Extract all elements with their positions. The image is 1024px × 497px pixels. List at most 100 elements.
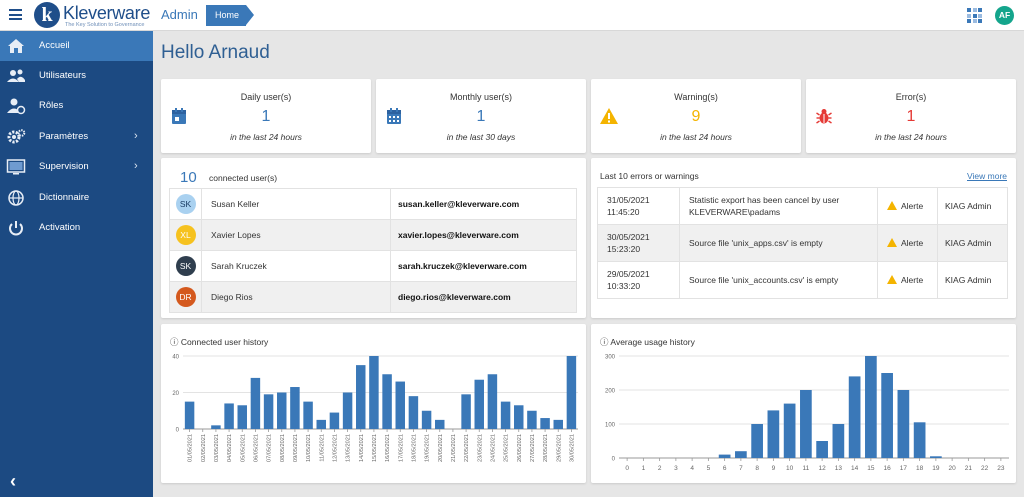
error-source: KIAG Admin [937,261,1008,299]
chart-bar [290,387,300,429]
user-avatar[interactable]: AF [995,6,1014,25]
usage-history-card: ⓘ Average usage history 0 100 200 300 0 1 2 3 4 5… [591,324,1016,483]
chart-bar [913,422,926,458]
menu-icon[interactable] [9,9,22,20]
top-bar: k Kleverware The Key Solution to Governa… [0,0,1024,31]
error-message: Statistic export has been cancel by user… [679,187,878,225]
x-tick-label: 20 [949,465,957,472]
stat-label: Warning(s) [674,92,718,102]
x-tick-label: 05/05/2021 [240,434,246,462]
x-tick-label: 19 [932,465,940,472]
chart-bar [553,419,563,429]
x-tick-label: 20/05/2021 [438,434,444,462]
table-row[interactable]: 29/05/2021 10:33:20 Source file 'unix_acc… [597,261,1008,299]
x-tick-label: 1 [642,465,646,472]
stat-value: 1 [906,108,916,125]
table-row[interactable]: 31/05/2021 11:45:20 Statistic export has … [597,187,1008,225]
user-name: Sarah Kruczek [201,250,391,282]
sidebar-item-roles[interactable]: Rôles [0,91,153,121]
error-message: Source file 'unix_apps.csv' is empty [679,224,878,262]
y-tick-label: 0 [612,457,616,463]
sidebar-item-accueil[interactable]: Accueil [0,31,153,61]
stat-subtitle: in the last 24 hours [230,132,302,142]
chart-bar [237,405,247,429]
error-level: Alerte [901,201,924,211]
sidebar-item-activation[interactable]: Activation [0,213,153,243]
table-row[interactable]: DR Diego Rios diego.rios@kleverware.com [169,281,577,313]
x-tick-label: 9 [772,465,776,472]
chart-bar [800,390,812,458]
x-tick-label: 30/05/2021 [569,434,575,462]
stat-card-warnings: Warning(s) 9 in the last 24 hours [591,79,801,153]
error-message: Source file 'unix_accounts.csv' is empty [679,261,878,299]
chart-bar [751,424,763,458]
table-row[interactable]: 30/05/2021 15:23:20 Source file 'unix_app… [597,224,1008,262]
avatar: DR [175,287,196,307]
view-more-link[interactable]: View more [967,171,1007,181]
table-row[interactable]: XL Xavier Lopes xavier.lopes@kleverware.… [169,219,577,251]
warning-icon [887,201,897,210]
chart-bar [263,394,274,429]
chart-bar [421,410,432,429]
logo-tagline: The Key Solution to Governance [65,22,145,28]
x-tick-label: 7 [739,465,743,472]
connected-users-count: 10 [180,169,197,186]
warning-icon [887,238,897,247]
x-tick-label: 08/05/2021 [280,434,286,462]
collapse-sidebar-icon[interactable]: ‹ [10,471,16,492]
chevron-right-icon: › [134,130,138,142]
x-tick-label: 07/05/2021 [267,434,273,462]
sidebar-item-label: Utilisateurs [39,70,86,81]
sidebar-item-label: Accueil [39,40,70,51]
x-tick-label: 16/05/2021 [385,434,391,462]
chart-bar [566,356,577,429]
x-tick-label: 11/05/2021 [319,434,325,462]
x-tick-label: 26/05/2021 [517,434,523,462]
x-tick-label: 18/05/2021 [411,434,417,462]
x-tick-label: 28/05/2021 [543,434,549,462]
sidebar-item-label: Rôles [39,100,64,111]
power-icon [9,221,23,236]
error-date: 29/05/2021 [607,269,650,279]
x-tick-label: 21 [965,465,973,472]
x-tick-label: 23/05/2021 [477,434,483,462]
chart-bar [816,441,828,458]
error-time: 11:45:20 [607,207,640,217]
stat-value: 1 [261,108,271,125]
y-tick-label: 100 [605,423,616,429]
x-tick-label: 21/05/2021 [451,434,457,462]
chart-bar [767,410,780,458]
chevron-right-icon: › [134,160,138,172]
user-name: Diego Rios [201,281,391,313]
x-tick-label: 25/05/2021 [504,434,510,462]
chart-bar [250,377,261,429]
y-tick-label: 40 [172,355,179,361]
sidebar-item-dictionnaire[interactable]: Dictionnaire [0,183,153,213]
errors-card: Last 10 errors or warnings View more 31/… [591,158,1016,318]
user-name: Susan Keller [201,188,391,220]
table-row[interactable]: SK Sarah Kruczek sarah.kruczek@kleverwar… [169,250,577,282]
x-tick-label: 09/05/2021 [293,434,299,462]
sidebar-item-parametres[interactable]: Paramètres › [0,122,153,152]
page-title: Hello Arnaud [161,42,270,63]
chart-bar [211,425,221,429]
connected-users-table: SK Susan Keller susan.keller@kleverware.… [169,188,577,313]
breadcrumb-home[interactable]: Home [206,5,254,26]
errors-title: Last 10 errors or warnings [600,171,699,181]
globe-icon [8,190,24,206]
chart-bar [487,374,498,429]
x-tick-label: 17 [900,465,908,472]
sidebar-item-utilisateurs[interactable]: Utilisateurs [0,61,153,91]
sidebar-item-supervision[interactable]: Supervision › [0,152,153,182]
chart-bar [897,390,910,458]
connected-history-chart: 0 20 40 01/05/2021 02/05/2021 03/05/2021 04/05… [172,355,578,462]
stat-card-monthly-users: Monthly user(s) 1 in the last 30 days [376,79,586,153]
apps-grid-icon[interactable] [967,8,982,23]
user-email: susan.keller@kleverware.com [390,188,577,220]
stat-value: 9 [691,108,701,125]
connected-history-card: ⓘ Connected user history 0 20 40 01/05/2021… [161,324,586,483]
x-tick-label: 0 [625,465,629,472]
x-tick-label: 02/05/2021 [201,434,207,462]
avatar: XL [175,225,196,245]
table-row[interactable]: SK Susan Keller susan.keller@kleverware.… [169,188,577,220]
